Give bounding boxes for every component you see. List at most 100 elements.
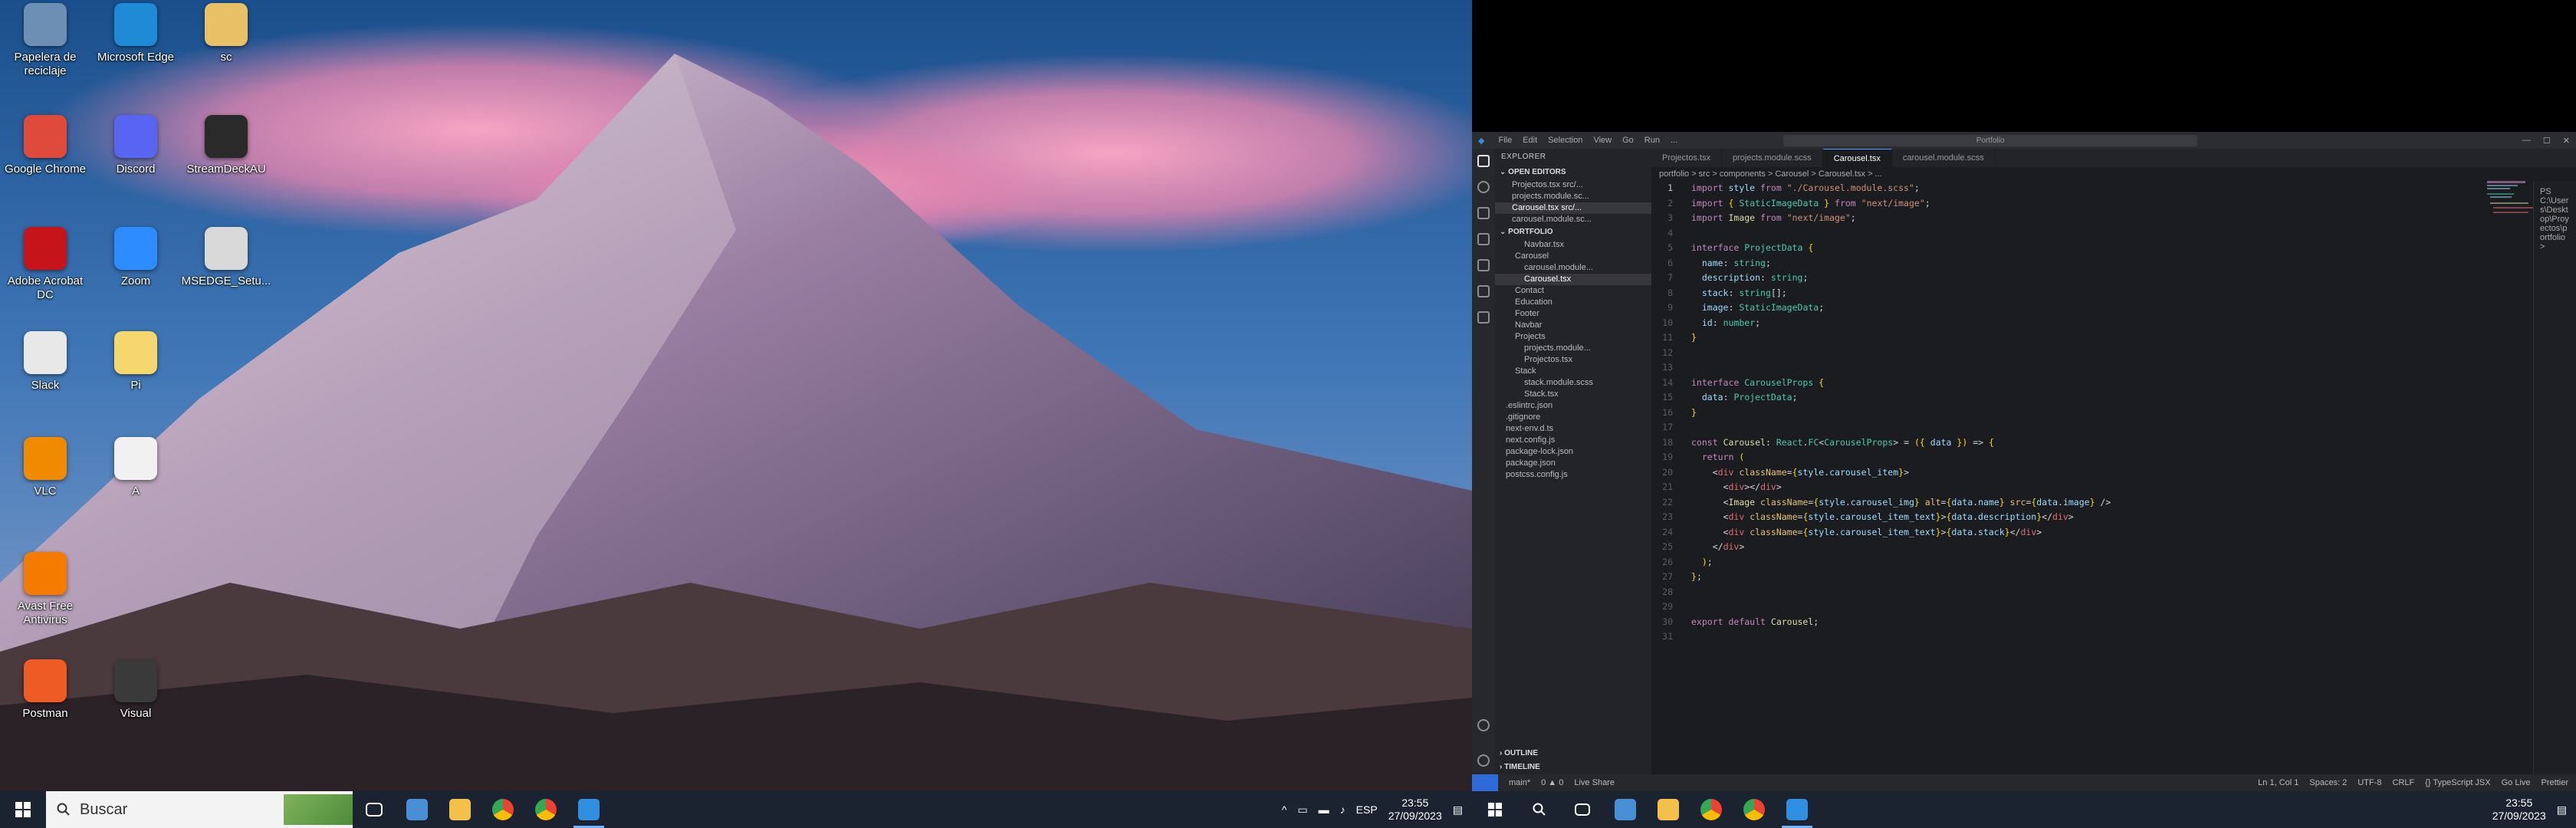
- file-tree-item[interactable]: package-lock.json: [1495, 446, 1651, 458]
- taskbar-search-box[interactable]: Buscar: [46, 791, 353, 828]
- file-tree-item[interactable]: next.config.js: [1495, 435, 1651, 446]
- taskbar-clock[interactable]: 23:55 27/09/2023: [1388, 797, 1442, 823]
- taskbar2-vscode[interactable]: [1776, 791, 1819, 828]
- explorer-icon[interactable]: [1477, 155, 1490, 167]
- open-editor-item[interactable]: Projectos.tsx src/...: [1495, 179, 1651, 191]
- file-tree-item[interactable]: Education: [1495, 297, 1651, 308]
- menu-item[interactable]: Edit: [1523, 136, 1537, 145]
- menu-item[interactable]: Go: [1622, 136, 1634, 145]
- gear-icon[interactable]: [1477, 754, 1490, 767]
- open-editor-item[interactable]: Carousel.tsx src/...: [1495, 202, 1651, 214]
- start-button-secondary[interactable]: [1472, 791, 1518, 828]
- file-tree-item[interactable]: .eslintrc.json: [1495, 400, 1651, 412]
- timeline-header[interactable]: › TIMELINE: [1495, 761, 1651, 774]
- desktop-icon[interactable]: Slack: [0, 331, 90, 393]
- status-item[interactable]: UTF-8: [2358, 778, 2381, 787]
- run-debug-icon[interactable]: [1477, 233, 1490, 245]
- breadcrumb[interactable]: portfolio > src > components > Carousel …: [1651, 167, 2576, 181]
- desktop-icon[interactable]: StreamDeckAU: [181, 115, 271, 176]
- file-tree-item[interactable]: Projectos.tsx: [1495, 354, 1651, 366]
- file-tree-item[interactable]: Carousel: [1495, 251, 1651, 262]
- status-item[interactable]: {} TypeScript JSX: [2425, 778, 2490, 787]
- desktop-icon[interactable]: Zoom: [90, 227, 181, 288]
- desktop-icon[interactable]: Postman: [0, 659, 90, 721]
- taskbar2-search[interactable]: [1518, 791, 1561, 828]
- taskbar2-task-view[interactable]: [1561, 791, 1604, 828]
- desktop-icon[interactable]: sc: [181, 3, 271, 64]
- open-editors-header[interactable]: ⌄ OPEN EDITORS: [1495, 166, 1651, 179]
- taskbar2-chrome[interactable]: [1690, 791, 1733, 828]
- status-item[interactable]: Prettier: [2542, 778, 2568, 787]
- account-icon[interactable]: [1477, 719, 1490, 731]
- file-tree-item[interactable]: carousel.module...: [1495, 262, 1651, 274]
- minimize-icon[interactable]: —: [2522, 136, 2531, 146]
- desktop-icon[interactable]: Google Chrome: [0, 115, 90, 176]
- status-item[interactable]: 0 ▲ 0: [1541, 778, 1563, 787]
- file-tree-item[interactable]: Carousel.tsx: [1495, 274, 1651, 285]
- menu-item[interactable]: ...: [1671, 136, 1677, 145]
- editor-tab[interactable]: Carousel.tsx: [1822, 149, 1892, 167]
- menu-item[interactable]: Selection: [1548, 136, 1582, 145]
- taskbar2-clock[interactable]: 23:55 27/09/2023: [2492, 797, 2546, 823]
- status-item[interactable]: main*: [1509, 778, 1530, 787]
- file-tree-item[interactable]: Footer: [1495, 308, 1651, 320]
- desktop-icon[interactable]: Discord: [90, 115, 181, 176]
- chevron-up-icon[interactable]: ^: [1282, 803, 1287, 816]
- desktop-icon[interactable]: Pi: [90, 331, 181, 393]
- terminal-panel[interactable]: PS C:\Users\Desktop\Proyectos\portfolio>: [2533, 181, 2576, 774]
- desktop-icon[interactable]: Adobe Acrobat DC: [0, 227, 90, 302]
- file-tree-item[interactable]: Navbar.tsx: [1495, 239, 1651, 251]
- minimap[interactable]: [2487, 181, 2533, 227]
- file-tree-item[interactable]: package.json: [1495, 458, 1651, 469]
- desktop-icon[interactable]: Visual: [90, 659, 181, 721]
- open-editor-item[interactable]: projects.module.sc...: [1495, 191, 1651, 202]
- editor-tab[interactable]: Projectos.tsx: [1651, 149, 1722, 167]
- remote-explorer-icon[interactable]: [1477, 285, 1490, 297]
- menu-item[interactable]: Run: [1644, 136, 1660, 145]
- file-tree-item[interactable]: postcss.config.js: [1495, 469, 1651, 481]
- taskbar2-folder[interactable]: [1647, 791, 1690, 828]
- status-item[interactable]: CRLF: [2392, 778, 2414, 787]
- source-control-icon[interactable]: [1477, 207, 1490, 219]
- desktop-icon[interactable]: MSEDGE_Setu...: [181, 227, 271, 288]
- live-share-icon[interactable]: [1477, 311, 1490, 324]
- desktop-icon[interactable]: Microsoft Edge: [90, 3, 181, 64]
- file-tree-item[interactable]: Stack.tsx: [1495, 389, 1651, 400]
- taskbar-folder[interactable]: [439, 791, 481, 828]
- desktop-icon[interactable]: Papelera de reciclaje: [0, 3, 90, 78]
- task-view-button[interactable]: [353, 791, 396, 828]
- taskbar2-chrome-2[interactable]: [1733, 791, 1776, 828]
- file-tree-item[interactable]: Stack: [1495, 366, 1651, 377]
- network-icon[interactable]: ▭: [1297, 803, 1307, 816]
- notifications-icon[interactable]: ▤: [1453, 803, 1463, 816]
- taskbar2-file-explorer[interactable]: [1604, 791, 1647, 828]
- file-tree-item[interactable]: .gitignore: [1495, 412, 1651, 423]
- status-item[interactable]: Go Live: [2502, 778, 2531, 787]
- extensions-icon[interactable]: [1477, 259, 1490, 271]
- taskbar-chrome-2[interactable]: [524, 791, 567, 828]
- file-tree-item[interactable]: stack.module.scss: [1495, 377, 1651, 389]
- code-editor[interactable]: 1 import style from "./Carousel.module.sc…: [1651, 181, 2341, 774]
- status-item[interactable]: Ln 1, Col 1: [2258, 778, 2298, 787]
- close-icon[interactable]: ✕: [2563, 136, 2570, 146]
- taskbar-vscode[interactable]: [567, 791, 610, 828]
- language-indicator[interactable]: ESP: [1356, 803, 1378, 816]
- editor-tab[interactable]: projects.module.scss: [1722, 149, 1823, 167]
- notifications-icon[interactable]: ▤: [2557, 803, 2567, 816]
- open-editor-item[interactable]: carousel.module.sc...: [1495, 214, 1651, 225]
- project-header[interactable]: ⌄ PORTFOLIO: [1495, 225, 1651, 239]
- start-button[interactable]: [0, 791, 46, 828]
- status-item[interactable]: Live Share: [1574, 778, 1615, 787]
- file-tree-item[interactable]: next-env.d.ts: [1495, 423, 1651, 435]
- file-tree-item[interactable]: Navbar: [1495, 320, 1651, 331]
- desktop-icon[interactable]: VLC: [0, 437, 90, 498]
- file-tree-item[interactable]: Contact: [1495, 285, 1651, 297]
- status-item[interactable]: Spaces: 2: [2309, 778, 2347, 787]
- battery-icon[interactable]: ▬: [1319, 803, 1329, 816]
- remote-indicator[interactable]: [1472, 774, 1498, 791]
- desktop-icon[interactable]: Avast Free Antivirus: [0, 552, 90, 627]
- volume-icon[interactable]: ♪: [1340, 803, 1346, 816]
- taskbar-file-explorer[interactable]: [396, 791, 439, 828]
- outline-header[interactable]: › OUTLINE: [1495, 747, 1651, 761]
- file-tree-item[interactable]: projects.module...: [1495, 343, 1651, 354]
